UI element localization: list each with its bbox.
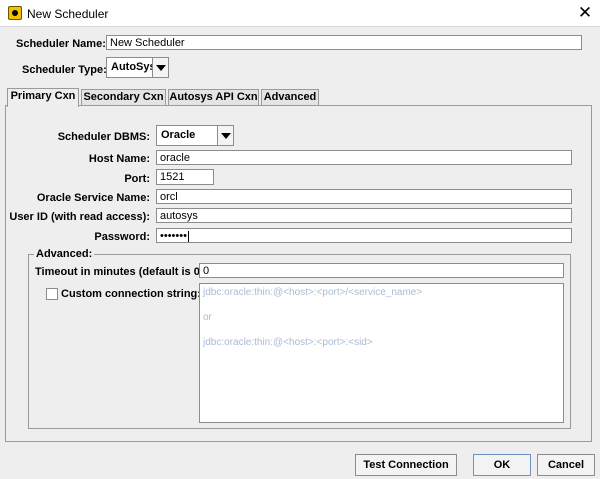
host-name-input[interactable]: oracle [156, 150, 572, 165]
host-name-label: Host Name: [88, 153, 150, 165]
password-input[interactable]: ••••••• [156, 228, 572, 243]
port-label: Port: [124, 173, 150, 185]
user-id-label: User ID (with read access): [9, 211, 150, 223]
scheduler-type-select[interactable]: AutoSys [106, 57, 169, 78]
custom-connection-label: Custom connection string: [61, 288, 201, 300]
timeout-label: Timeout in minutes (default is 0): [35, 266, 208, 278]
placeholder-line-3: jdbc:oracle:thin:@<host>:<port>:<sid> [203, 337, 373, 348]
password-mask: ••••••• [160, 230, 187, 242]
cancel-button[interactable]: Cancel [537, 454, 595, 476]
user-id-input[interactable]: autosys [156, 208, 572, 223]
custom-connection-textarea[interactable]: jdbc:oracle:thin:@<host>:<port>/<service… [199, 283, 564, 423]
scheduler-icon [8, 6, 22, 20]
custom-connection-checkbox[interactable] [46, 288, 58, 300]
timeout-input[interactable]: 0 [199, 263, 564, 278]
oracle-service-name-label: Oracle Service Name: [36, 192, 150, 204]
chevron-down-icon[interactable] [152, 58, 168, 77]
tab-primary-cxn[interactable]: Primary Cxn [7, 88, 79, 107]
close-icon[interactable]: ✕ [572, 2, 598, 24]
advanced-group-legend: Advanced: [34, 248, 95, 260]
tab-secondary-cxn[interactable]: Secondary Cxn [81, 89, 166, 106]
scheduler-dbms-select[interactable]: Oracle [156, 125, 234, 146]
scheduler-type-value: AutoSys [111, 61, 156, 73]
tab-advanced[interactable]: Advanced [261, 89, 319, 106]
scheduler-dbms-label: Scheduler DBMS: [57, 131, 150, 143]
scheduler-dbms-value: Oracle [161, 129, 196, 141]
text-caret [187, 230, 189, 242]
oracle-service-name-input[interactable]: orcl [156, 189, 572, 204]
password-label: Password: [94, 231, 150, 243]
window-title: New Scheduler [27, 7, 109, 21]
placeholder-line-2: or [203, 312, 212, 323]
test-connection-button[interactable]: Test Connection [355, 454, 457, 476]
tab-autosys-api-cxn[interactable]: Autosys API Cxn [168, 89, 259, 106]
ok-button[interactable]: OK [473, 454, 531, 476]
scheduler-name-input[interactable]: New Scheduler [106, 35, 582, 50]
chevron-down-icon[interactable] [217, 126, 233, 145]
scheduler-type-label: Scheduler Type: [22, 64, 107, 76]
placeholder-line-1: jdbc:oracle:thin:@<host>:<port>/<service… [203, 287, 423, 298]
port-input[interactable]: 1521 [156, 169, 214, 185]
